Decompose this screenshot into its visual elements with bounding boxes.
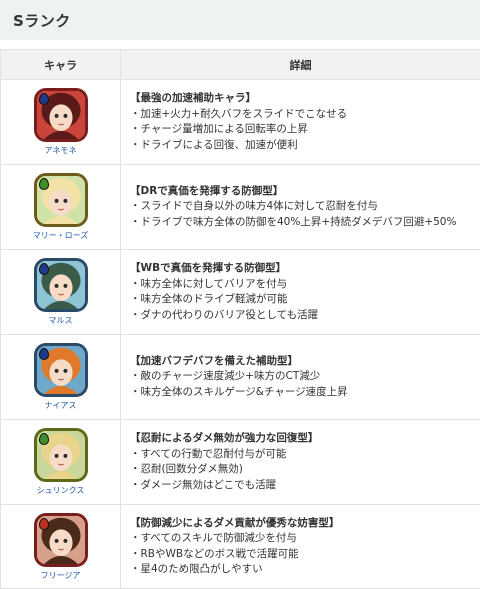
character-portrait[interactable] [33, 512, 88, 567]
detail-point: 味方全体のドライブ軽減が可能 [130, 292, 480, 308]
detail-cell: 【最強の加速補助キャラ】加速+火力+耐久バフをスライドでこなせるチャージ量増加に… [120, 79, 480, 165]
detail-list: すべてのスキルで防御減少を付与RBやWBなどのボス戦で活躍可能星4のため限凸がし… [130, 531, 480, 578]
role-title: 【DRで真価を発揮する防御型】 [130, 184, 284, 197]
role-title: 【WBで真価を発揮する防御型】 [130, 262, 287, 274]
detail-point: チャージ量増加による回転率の上昇 [130, 122, 480, 138]
character-portrait[interactable] [33, 258, 88, 312]
chara-cell: マリー・ローズ [0, 164, 121, 250]
detail-cell: 【WBで真価を発揮する防御型】味方全体に対してバリアを付与味方全体のドライブ軽減… [120, 249, 480, 335]
section-title: Sランク [13, 11, 71, 30]
detail-list: 味方全体に対してバリアを付与味方全体のドライブ軽減が可能ダナの代わりのバリア役と… [130, 277, 480, 324]
table-row: ナイアス 【加速バフデバフを備えた補助型】敵のチャージ速度減少+味方のCT減少味方… [0, 334, 480, 420]
character-name[interactable]: マルス [49, 315, 73, 326]
role-title: 【加速バフデバフを備えた補助型】 [130, 354, 298, 367]
character-name[interactable]: マリー・ローズ [33, 230, 89, 241]
chara-cell: ナイアス [0, 334, 121, 420]
character-link[interactable]: ナイアス [1, 343, 120, 411]
detail-point: ダナの代わりのバリア役としても活躍 [130, 308, 480, 324]
element-icon [38, 178, 49, 190]
detail-point: すべての行動で忍耐付与が可能 [130, 447, 480, 463]
character-portrait[interactable] [33, 428, 88, 482]
detail-point: 忍耐(回数分ダメ無効) [130, 462, 480, 478]
chara-cell: シュリンクス [0, 419, 121, 505]
detail-point: ドライブによる回復、加速が便利 [130, 138, 480, 154]
detail-list: 敵のチャージ速度減少+味方のCT減少味方全体のスキルゲージ&チャージ速度上昇 [130, 369, 480, 400]
character-link[interactable]: マリー・ローズ [1, 173, 120, 241]
table-row: マリー・ローズ 【DRで真価を発揮する防御型】スライドで自身以外の味方4体に対して… [0, 164, 480, 250]
character-link[interactable]: フリージア [1, 512, 120, 581]
table-header-row: キャラ 詳細 [0, 49, 480, 80]
detail-point: ダメージ無効はどこでも活躍 [130, 478, 480, 494]
column-header-detail: 詳細 [120, 49, 480, 80]
detail-list: 加速+火力+耐久バフをスライドでこなせるチャージ量増加による回転率の上昇ドライブ… [130, 107, 480, 154]
detail-list: スライドで自身以外の味方4体に対して忍耐を付与ドライブで味方全体の防御を40%上… [130, 199, 480, 230]
element-icon [38, 263, 49, 275]
element-icon [38, 348, 49, 360]
role-title: 【防御減少によるダメ貢献が優秀な妨害型】 [130, 516, 340, 529]
role-title: 【忍耐によるダメ無効が強力な回復型】 [130, 432, 319, 444]
element-icon [38, 433, 49, 445]
detail-point: ドライブで味方全体の防御を40%上昇+持続ダメデバフ回避+50% [130, 215, 480, 231]
detail-point: RBやWBなどのボス戦で活躍可能 [130, 547, 480, 563]
detail-cell: 【忍耐によるダメ無効が強力な回復型】すべての行動で忍耐付与が可能忍耐(回数分ダメ… [120, 419, 480, 505]
character-name[interactable]: ナイアス [45, 400, 77, 411]
detail-cell: 【DRで真価を発揮する防御型】スライドで自身以外の味方4体に対して忍耐を付与ドラ… [120, 164, 480, 250]
table-row: シュリンクス 【忍耐によるダメ無効が強力な回復型】すべての行動で忍耐付与が可能忍耐… [0, 419, 480, 505]
chara-cell: マルス [0, 249, 121, 335]
character-name[interactable]: シュリンクス [37, 485, 85, 496]
role-title: 【最強の加速補助キャラ】 [130, 92, 256, 104]
detail-list: すべての行動で忍耐付与が可能忍耐(回数分ダメ無効)ダメージ無効はどこでも活躍 [130, 447, 480, 494]
table-row: マルス 【WBで真価を発揮する防御型】味方全体に対してバリアを付与味方全体のドライ… [0, 249, 480, 335]
character-link[interactable]: マルス [1, 258, 120, 326]
detail-cell: 【加速バフデバフを備えた補助型】敵のチャージ速度減少+味方のCT減少味方全体のス… [120, 334, 480, 420]
detail-point: 敵のチャージ速度減少+味方のCT減少 [130, 369, 480, 385]
detail-point: 味方全体に対してバリアを付与 [130, 277, 480, 293]
character-name[interactable]: フリージア [41, 570, 81, 581]
detail-point: スライドで自身以外の味方4体に対して忍耐を付与 [130, 199, 480, 215]
detail-point: 味方全体のスキルゲージ&チャージ速度上昇 [130, 385, 480, 401]
element-icon [38, 517, 49, 530]
detail-point: 星4のため限凸がしやすい [130, 562, 480, 578]
section-header: Sランク [0, 0, 480, 40]
chara-cell: フリージア [0, 504, 121, 589]
column-header-chara: キャラ [0, 49, 121, 80]
chara-cell: アネモネ [0, 79, 121, 165]
detail-cell: 【防御減少によるダメ貢献が優秀な妨害型】すべてのスキルで防御減少を付与RBやWB… [120, 504, 480, 589]
rank-table: キャラ 詳細 アネモネ 【最強の加速補助キャラ】加速+火力+耐久バフをスライドでこ… [0, 49, 480, 589]
element-icon [38, 93, 49, 105]
character-link[interactable]: シュリンクス [1, 428, 120, 496]
character-portrait[interactable] [33, 343, 88, 397]
character-portrait[interactable] [33, 88, 88, 142]
character-portrait[interactable] [33, 173, 88, 227]
table-row: アネモネ 【最強の加速補助キャラ】加速+火力+耐久バフをスライドでこなせるチャージ… [0, 79, 480, 165]
detail-point: 加速+火力+耐久バフをスライドでこなせる [130, 107, 480, 123]
table-row: フリージア 【防御減少によるダメ貢献が優秀な妨害型】すべてのスキルで防御減少を付与… [0, 504, 480, 589]
character-name[interactable]: アネモネ [45, 145, 77, 156]
character-link[interactable]: アネモネ [1, 88, 120, 156]
page: Sランク キャラ 詳細 アネモネ 【最強の加速補助キャラ】加速+火力+耐久バフをス… [0, 0, 480, 589]
detail-point: すべてのスキルで防御減少を付与 [130, 531, 480, 547]
